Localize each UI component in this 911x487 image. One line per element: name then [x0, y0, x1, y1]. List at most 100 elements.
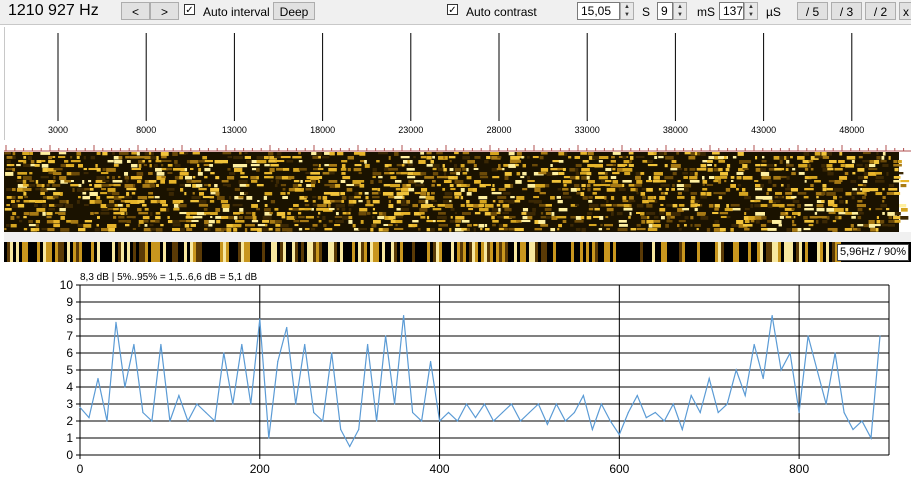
level-point [762, 377, 764, 380]
level-point [834, 352, 836, 354]
level-point [169, 420, 171, 422]
divide-2-button[interactable]: / 2 [865, 2, 896, 20]
level-point [429, 360, 432, 363]
auto-interval-checkbox[interactable]: ✓ [184, 4, 195, 16]
ms-spinner[interactable]: ▲ ▼ [673, 2, 687, 20]
level-point [555, 403, 558, 405]
level-point [259, 318, 261, 320]
us-spinner[interactable]: ▲ ▼ [744, 2, 758, 20]
chart-title: 8,3 dB | 5%..95% = 1,5..6,6 dB = 5,1 dB [80, 272, 257, 283]
level-point [789, 352, 791, 354]
level-point [447, 411, 450, 414]
level-point [250, 403, 252, 405]
level-point [681, 428, 683, 431]
level-point [609, 420, 611, 422]
scale-tick-label: 38000 [663, 125, 688, 135]
level-point [735, 369, 737, 371]
level-series-line [79, 315, 881, 448]
deep-button[interactable]: Deep [273, 2, 315, 20]
level-point [286, 326, 288, 329]
level-point [537, 403, 540, 405]
level-point [232, 403, 234, 405]
level-point [690, 394, 692, 397]
level-point [214, 420, 216, 422]
level-point [726, 403, 728, 405]
level-point [88, 417, 90, 419]
spectrum-readout: 5,96Hz / 90% [836, 244, 909, 261]
level-point [79, 406, 81, 408]
level-point [295, 403, 297, 405]
level-point [879, 335, 881, 337]
scale-tick-label: 33000 [575, 125, 600, 135]
level-point [546, 423, 549, 425]
frequency-readout: 1210 927 Hz [8, 2, 99, 19]
y-tick-label: 2 [66, 414, 73, 428]
auto-contrast-label: Auto contrast [466, 5, 537, 19]
toolbar: 1210 927 Hz < > ✓ Auto interval Deep ✓ A… [0, 0, 911, 25]
level-point [151, 420, 153, 422]
level-point [492, 420, 495, 422]
y-tick-label: 8 [66, 312, 73, 326]
close-button[interactable]: x [899, 2, 911, 20]
level-point [861, 420, 863, 422]
level-point [277, 360, 279, 363]
us-input[interactable]: 137 [719, 2, 744, 20]
level-point [349, 445, 351, 448]
level-point [564, 420, 567, 422]
scale-tick-label: 18000 [310, 125, 335, 135]
spectrogram[interactable] [4, 140, 911, 264]
level-point [124, 386, 126, 388]
level-point [438, 420, 441, 422]
divide-5-button[interactable]: / 5 [797, 2, 828, 20]
scale-tick-label: 28000 [486, 125, 511, 135]
level-point [483, 403, 486, 405]
auto-contrast-checkbox[interactable]: ✓ [447, 4, 458, 16]
seconds-input[interactable]: 15,05 [577, 2, 620, 20]
level-point [160, 343, 162, 346]
level-point [798, 411, 800, 414]
level-point [331, 352, 333, 354]
scale-tick-label: 3000 [48, 125, 68, 135]
level-point [313, 411, 315, 414]
x-tick-label: 600 [609, 462, 629, 476]
level-point [753, 343, 755, 346]
level-point [573, 411, 575, 414]
level-point [241, 343, 243, 346]
level-point [744, 394, 746, 397]
level-point [304, 343, 306, 346]
level-point [843, 411, 845, 414]
prev-button[interactable]: < [121, 2, 150, 20]
level-point [115, 321, 117, 323]
level-point [340, 428, 342, 431]
level-point [816, 369, 818, 371]
level-point [510, 403, 513, 405]
level-point [322, 420, 324, 422]
level-point [358, 428, 360, 431]
x-tick-label: 0 [77, 462, 84, 476]
level-point [465, 403, 468, 405]
level-point [97, 377, 99, 380]
auto-interval-label: Auto interval [203, 5, 270, 19]
divide-3-button[interactable]: / 3 [831, 2, 862, 20]
scale-tick-label: 8000 [136, 125, 156, 135]
x-tick-label: 800 [789, 462, 809, 476]
scale-tick-label: 48000 [839, 125, 864, 135]
level-point [591, 428, 593, 431]
seconds-spinner[interactable]: ▲ ▼ [620, 2, 634, 20]
next-button[interactable]: > [150, 2, 179, 20]
y-tick-label: 1 [66, 431, 73, 445]
level-point [106, 420, 108, 422]
level-point [133, 343, 135, 346]
ms-input[interactable]: 9 [657, 2, 673, 20]
level-point [178, 394, 180, 397]
level-point [411, 411, 414, 414]
level-point [771, 315, 773, 317]
level-point [780, 369, 782, 371]
level-point [582, 394, 584, 397]
scale-tick-label: 43000 [751, 125, 776, 135]
y-tick-label: 5 [66, 363, 73, 377]
y-tick-label: 3 [66, 397, 73, 411]
level-point [672, 403, 674, 405]
seconds-unit: S [642, 5, 651, 19]
level-point [385, 335, 387, 337]
